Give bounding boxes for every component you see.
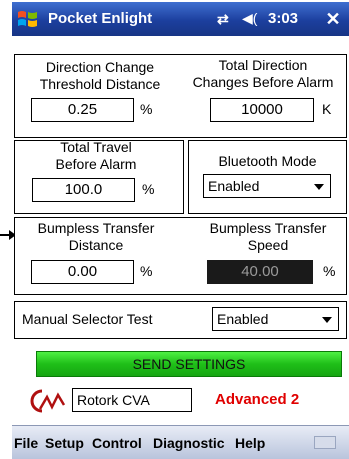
- dir-change-label-1: Direction Change: [45, 59, 155, 75]
- total-travel-input[interactable]: 100.0: [32, 178, 135, 202]
- send-settings-button[interactable]: SEND SETTINGS: [36, 351, 342, 377]
- clock[interactable]: 3:03: [268, 10, 298, 27]
- pointer-arrow: [0, 230, 16, 240]
- app-title: Pocket Enlight: [48, 10, 153, 27]
- connectivity-icon[interactable]: ⇄: [217, 11, 229, 28]
- dir-change-label-2: Threshold Distance: [39, 76, 161, 92]
- manual-selector-value: Enabled: [217, 311, 269, 327]
- bump-speed-label-1: Bumpless Transfer: [209, 220, 327, 236]
- bluetooth-value: Enabled: [208, 178, 260, 194]
- manual-selector-label: Manual Selector Test: [22, 311, 153, 327]
- bump-dist-label-1: Bumpless Transfer: [37, 220, 155, 236]
- dir-change-unit: %: [140, 101, 153, 117]
- bump-dist-input[interactable]: 0.00: [31, 260, 134, 284]
- windows-flag-icon[interactable]: [16, 8, 40, 30]
- total-travel-unit: %: [142, 181, 155, 197]
- menu-control[interactable]: Control: [92, 435, 142, 451]
- menu-diagnostic[interactable]: Diagnostic: [153, 435, 225, 451]
- bluetooth-label: Bluetooth Mode: [218, 153, 317, 169]
- total-travel-label-1: Total Travel: [60, 139, 132, 155]
- total-dir-label-2: Changes Before Alarm: [192, 74, 334, 90]
- keyboard-icon[interactable]: [314, 436, 336, 449]
- total-dir-input[interactable]: 10000: [210, 98, 314, 122]
- manual-selector-select[interactable]: Enabled: [212, 307, 339, 331]
- menu-bar: File Setup Control Diagnostic Help: [12, 425, 349, 459]
- total-travel-label-2: Before Alarm: [55, 156, 137, 172]
- bump-speed-input: 40.00: [207, 260, 313, 284]
- speaker-icon[interactable]: ◀(: [242, 10, 257, 27]
- menu-help[interactable]: Help: [235, 435, 265, 451]
- bump-speed-label-2: Speed: [247, 237, 289, 253]
- bump-dist-unit: %: [140, 263, 153, 279]
- menu-setup[interactable]: Setup: [45, 435, 84, 451]
- title-bar: Pocket Enlight ⇄ ◀( 3:03 ✕: [12, 2, 349, 36]
- close-button[interactable]: ✕: [322, 8, 344, 30]
- settings-panel: Direction Change Threshold Distance 0.25…: [14, 40, 347, 422]
- total-dir-unit: K: [322, 101, 332, 117]
- rotork-logo-icon: [30, 389, 66, 413]
- chevron-down-icon[interactable]: [314, 184, 324, 190]
- mode-label: Advanced 2: [215, 391, 300, 408]
- company-field: Rotork CVA: [72, 388, 192, 412]
- total-dir-label-1: Total Direction: [218, 57, 308, 73]
- menu-file[interactable]: File: [14, 435, 38, 451]
- bluetooth-select[interactable]: Enabled: [203, 174, 331, 198]
- bump-dist-label-2: Distance: [68, 237, 124, 253]
- bump-speed-unit: %: [323, 263, 336, 279]
- chevron-down-icon[interactable]: [322, 317, 332, 323]
- dir-change-input[interactable]: 0.25: [31, 98, 134, 122]
